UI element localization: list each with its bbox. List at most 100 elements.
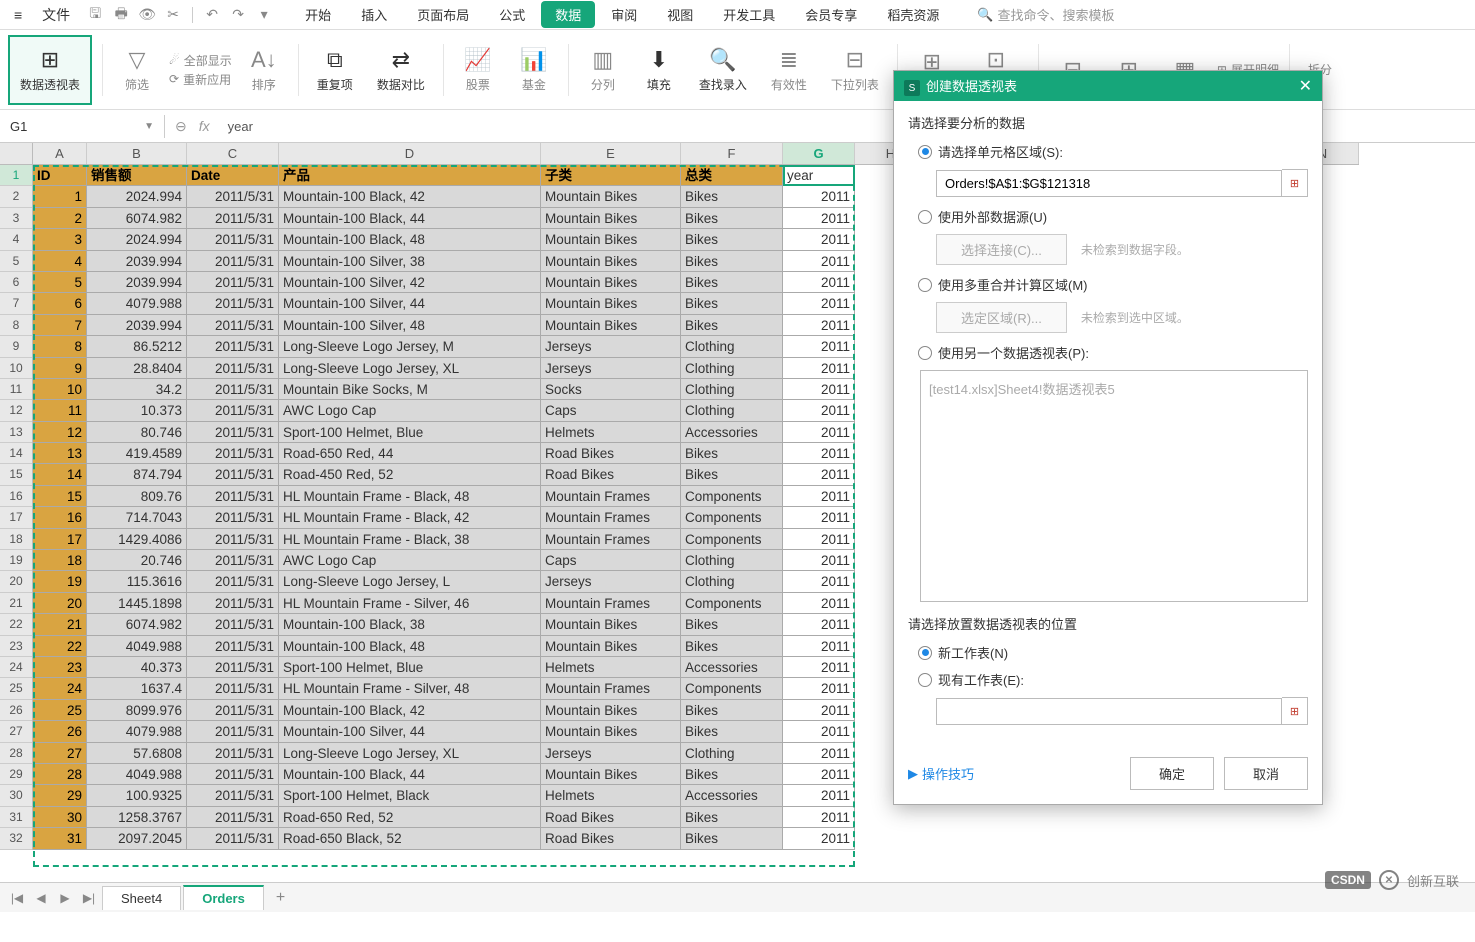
row-header[interactable]: 30	[0, 785, 32, 806]
cell[interactable]: 2011/5/31	[187, 293, 279, 314]
cell[interactable]: Mountain Frames	[541, 678, 681, 699]
tab-稻壳资源[interactable]: 稻壳资源	[873, 1, 953, 28]
fill-button[interactable]: ⬇ 填充	[635, 35, 683, 105]
row-header[interactable]: 23	[0, 636, 32, 657]
cell[interactable]: 2011/5/31	[187, 336, 279, 357]
cell[interactable]: Road Bikes	[541, 464, 681, 485]
header-cell[interactable]: 总类	[681, 165, 783, 186]
cell[interactable]: Mountain Bikes	[541, 721, 681, 742]
cell[interactable]: Bikes	[681, 208, 783, 229]
cell[interactable]: 26	[33, 721, 87, 742]
cell[interactable]: Road Bikes	[541, 807, 681, 828]
cell[interactable]: 874.794	[87, 464, 187, 485]
cell[interactable]: Mountain-100 Black, 48	[279, 636, 541, 657]
cell[interactable]: Mountain Bike Socks, M	[279, 379, 541, 400]
cell[interactable]: 3	[33, 229, 87, 250]
cell[interactable]: Clothing	[681, 743, 783, 764]
cell[interactable]: 2011	[783, 743, 855, 764]
cell[interactable]: 1637.4	[87, 678, 187, 699]
cell[interactable]: 2039.994	[87, 315, 187, 336]
chevron-down-icon[interactable]: ▼	[144, 121, 154, 132]
col-header-F[interactable]: F	[681, 143, 783, 164]
cell[interactable]: 2011/5/31	[187, 743, 279, 764]
cell[interactable]: Caps	[541, 400, 681, 421]
cell[interactable]: 2011/5/31	[187, 700, 279, 721]
cell[interactable]: 29	[33, 785, 87, 806]
row-header[interactable]: 12	[0, 400, 32, 421]
cell[interactable]: 2011	[783, 507, 855, 528]
col-header-A[interactable]: A	[33, 143, 87, 164]
row-header[interactable]: 19	[0, 550, 32, 571]
cell[interactable]: 2039.994	[87, 272, 187, 293]
dropdown-button[interactable]: ⊟ 下拉列表	[823, 35, 887, 105]
cell[interactable]: 2039.994	[87, 251, 187, 272]
fund-button[interactable]: 📊 基金	[510, 35, 558, 105]
validity-button[interactable]: ≣ 有效性	[763, 35, 815, 105]
cell[interactable]: Mountain Bikes	[541, 614, 681, 635]
cell[interactable]: Bikes	[681, 636, 783, 657]
cell[interactable]: 2011	[783, 700, 855, 721]
cell[interactable]: 18	[33, 550, 87, 571]
tab-数据[interactable]: 数据	[541, 1, 595, 28]
cell[interactable]: 2011	[783, 208, 855, 229]
cell[interactable]: Mountain Bikes	[541, 636, 681, 657]
row-header[interactable]: 24	[0, 657, 32, 678]
cell[interactable]: 2011/5/31	[187, 507, 279, 528]
cell[interactable]: Accessories	[681, 422, 783, 443]
cell[interactable]: Mountain Bikes	[541, 764, 681, 785]
dedup-button[interactable]: ⧉ 重复项	[309, 35, 361, 105]
cell[interactable]: 12	[33, 422, 87, 443]
cell[interactable]: 2011	[783, 293, 855, 314]
tab-视图[interactable]: 视图	[653, 1, 707, 28]
cell[interactable]: 30	[33, 807, 87, 828]
header-cell[interactable]: 产品	[279, 165, 541, 186]
cell[interactable]: 2011/5/31	[187, 208, 279, 229]
cell[interactable]: Mountain-100 Black, 48	[279, 229, 541, 250]
cell[interactable]: 2011	[783, 400, 855, 421]
cell[interactable]: Mountain Bikes	[541, 251, 681, 272]
cell[interactable]: Helmets	[541, 785, 681, 806]
cell[interactable]: 16	[33, 507, 87, 528]
cell[interactable]: Mountain Bikes	[541, 186, 681, 207]
cell[interactable]: Long-Sleeve Logo Jersey, L	[279, 571, 541, 592]
radio-cell-range[interactable]: 请选择单元格区域(S):	[918, 142, 1308, 161]
header-cell[interactable]: Date	[187, 165, 279, 186]
row-header[interactable]: 3	[0, 208, 32, 229]
cell[interactable]: Mountain-100 Silver, 44	[279, 721, 541, 742]
cell[interactable]: 6074.982	[87, 614, 187, 635]
col-header-C[interactable]: C	[187, 143, 279, 164]
cell[interactable]: 4079.988	[87, 293, 187, 314]
cell[interactable]: 2011	[783, 657, 855, 678]
sheet-tab-sheet4[interactable]: Sheet4	[102, 886, 181, 910]
cell[interactable]: Mountain Bikes	[541, 293, 681, 314]
cell[interactable]: Mountain Frames	[541, 486, 681, 507]
cell[interactable]: Mountain Bikes	[541, 700, 681, 721]
cell[interactable]: 2011	[783, 529, 855, 550]
cell[interactable]: 2011/5/31	[187, 358, 279, 379]
cell[interactable]: Bikes	[681, 764, 783, 785]
cell[interactable]: Components	[681, 529, 783, 550]
cell[interactable]: AWC Logo Cap	[279, 550, 541, 571]
cell[interactable]: Mountain Frames	[541, 529, 681, 550]
cell[interactable]: HL Mountain Frame - Silver, 46	[279, 593, 541, 614]
cell[interactable]: 2024.994	[87, 229, 187, 250]
row-header[interactable]: 31	[0, 807, 32, 828]
cell[interactable]: Long-Sleeve Logo Jersey, XL	[279, 743, 541, 764]
cell[interactable]: 2011/5/31	[187, 529, 279, 550]
cell[interactable]: Jerseys	[541, 358, 681, 379]
range-input[interactable]	[936, 170, 1282, 197]
cell[interactable]: Bikes	[681, 315, 783, 336]
row-header[interactable]: 11	[0, 379, 32, 400]
cell[interactable]: Mountain-100 Black, 42	[279, 186, 541, 207]
cell[interactable]: Mountain-100 Black, 44	[279, 208, 541, 229]
tab-插入[interactable]: 插入	[347, 1, 401, 28]
cell[interactable]: Socks	[541, 379, 681, 400]
row-header[interactable]: 32	[0, 828, 32, 849]
row-header[interactable]: 27	[0, 721, 32, 742]
print-icon[interactable]: 🖶	[110, 4, 132, 26]
row-header[interactable]: 4	[0, 229, 32, 250]
tab-页面布局[interactable]: 页面布局	[403, 1, 483, 28]
col-header-B[interactable]: B	[87, 143, 187, 164]
cell[interactable]: Mountain Bikes	[541, 208, 681, 229]
header-cell[interactable]: 子类	[541, 165, 681, 186]
